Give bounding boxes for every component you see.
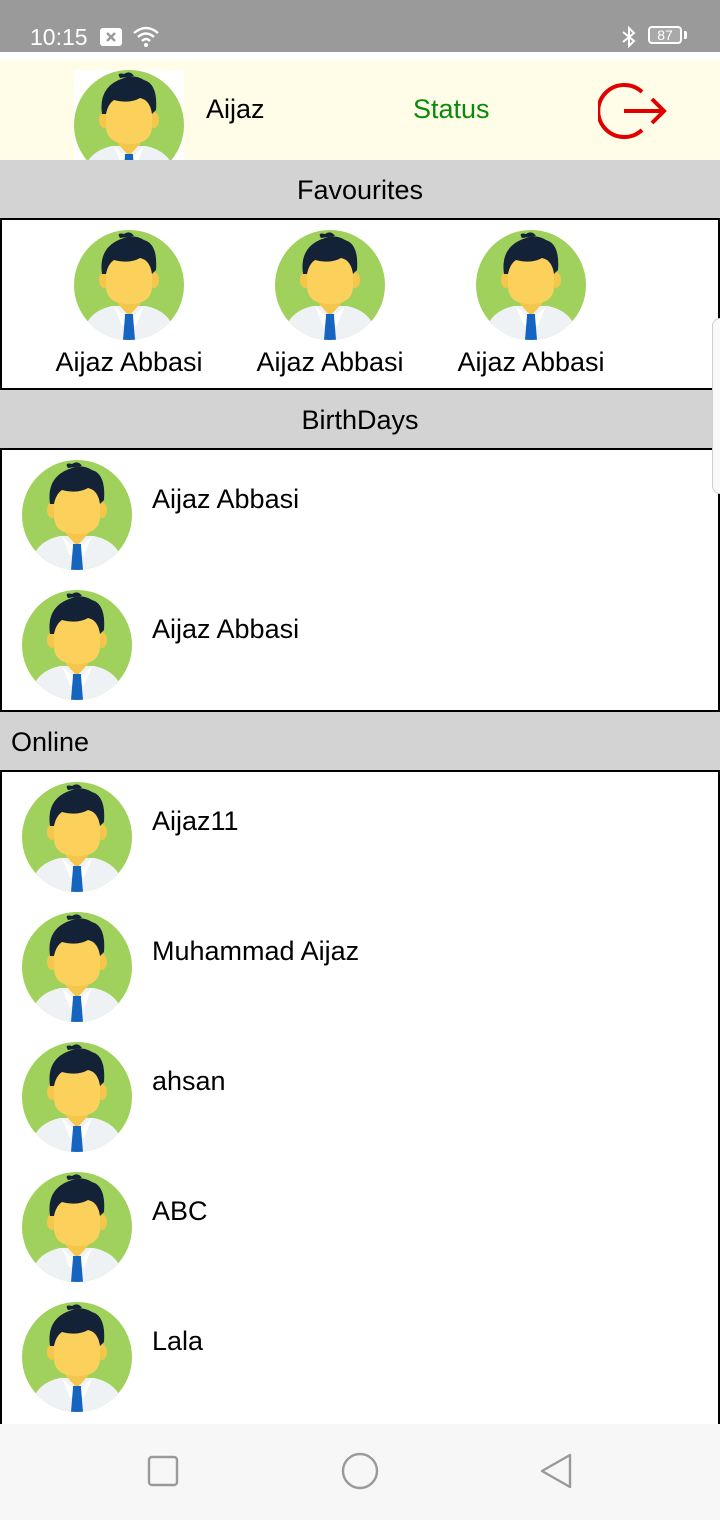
navigation-bar — [0, 1424, 720, 1520]
favourite-name: Aijaz Abbasi — [457, 347, 605, 377]
favourite-item[interactable]: Aijaz Abbasi — [230, 230, 430, 378]
avatar-image — [476, 230, 586, 340]
online-name: ABC — [152, 1196, 208, 1226]
favourites-title: Favourites — [0, 160, 720, 218]
online-item[interactable]: ABC — [22, 1172, 682, 1282]
online-item[interactable]: ahsan — [22, 1042, 682, 1152]
avatar — [22, 1302, 132, 1417]
online-name: ahsan — [152, 1066, 226, 1096]
status-button[interactable]: Status — [413, 94, 490, 125]
avatar — [22, 1042, 132, 1157]
avatar-image — [74, 70, 184, 160]
logout-icon[interactable] — [596, 80, 670, 147]
avatar — [22, 782, 132, 897]
status-time: 10:15 — [30, 24, 88, 50]
header-user-name: Aijaz — [206, 94, 265, 124]
online-item[interactable]: Aijaz11 — [22, 782, 682, 892]
online-name: Lala — [152, 1326, 204, 1356]
favourite-name: Aijaz Abbasi — [256, 347, 404, 377]
avatar — [22, 460, 132, 575]
battery-icon: 87 — [648, 26, 682, 44]
avatar-slot — [74, 70, 184, 160]
avatar-image — [22, 1302, 132, 1412]
notification-x-icon — [100, 28, 122, 51]
avatar-image — [22, 1172, 132, 1282]
birthday-name: Aijaz Abbasi — [152, 484, 300, 514]
favourite-name: Aijaz Abbasi — [55, 347, 203, 377]
avatar-image — [22, 590, 132, 700]
birthday-name: Aijaz Abbasi — [152, 614, 300, 644]
online-title: Online — [0, 712, 720, 770]
home-circle-icon[interactable] — [340, 1452, 380, 1496]
avatar-image — [22, 1042, 132, 1152]
avatar — [230, 230, 430, 345]
header-avatar[interactable] — [74, 70, 184, 160]
birthdays-list: Aijaz Abbasi Aijaz Abbasi — [0, 448, 720, 712]
avatar-image — [22, 912, 132, 1022]
avatar-image — [22, 782, 132, 892]
edge-scroll-handle[interactable] — [712, 318, 720, 494]
header-top-divider — [0, 52, 720, 60]
online-name: Muhammad Aijaz — [152, 936, 360, 966]
birthdays-title: BirthDays — [0, 390, 720, 448]
avatar — [29, 230, 229, 345]
back-triangle-icon[interactable] — [538, 1453, 574, 1495]
battery-level: 87 — [657, 27, 673, 43]
status-bar: 10:15 87 — [0, 0, 720, 52]
wifi-icon — [132, 26, 160, 53]
favourite-item[interactable]: Aijaz Abbasi — [29, 230, 229, 378]
bluetooth-icon — [620, 25, 638, 53]
birthday-item[interactable]: Aijaz Abbasi — [22, 460, 682, 570]
battery-tip — [684, 31, 687, 39]
avatar — [22, 1172, 132, 1287]
online-list: Aijaz11 Muhammad Aijaz ahsan ABC Lala — [0, 770, 720, 1450]
app-header: Aijaz Status — [0, 60, 720, 160]
avatar — [22, 590, 132, 705]
online-item[interactable]: Lala — [22, 1302, 682, 1412]
avatar — [431, 230, 631, 345]
recents-square-icon[interactable] — [146, 1454, 180, 1493]
online-item[interactable]: Muhammad Aijaz — [22, 912, 682, 1022]
birthday-item[interactable]: Aijaz Abbasi — [22, 590, 682, 700]
avatar-image — [275, 230, 385, 340]
avatar-image — [74, 230, 184, 340]
favourite-item[interactable]: Aijaz Abbasi — [431, 230, 631, 378]
favourites-list: Aijaz Abbasi Aijaz Abbasi Aijaz Abbasi — [0, 218, 720, 390]
online-name: Aijaz11 — [152, 806, 239, 836]
avatar — [22, 912, 132, 1027]
avatar-image — [22, 460, 132, 570]
